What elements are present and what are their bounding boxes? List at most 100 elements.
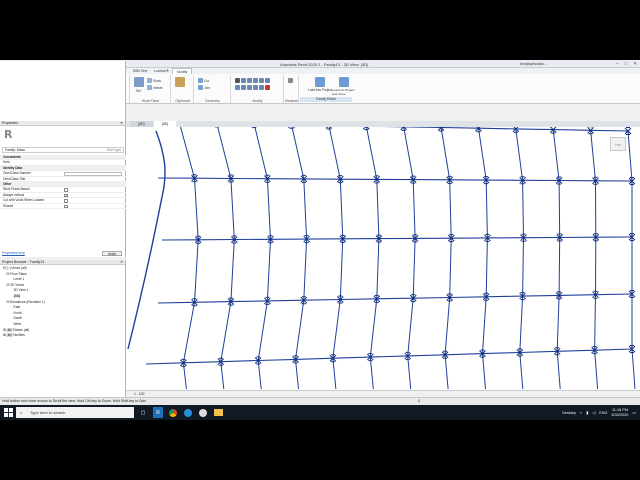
vertical-grid-line[interactable] (440, 127, 452, 390)
windows-start-icon[interactable] (4, 408, 13, 417)
surface-edge[interactable] (127, 130, 166, 350)
align-icon[interactable] (235, 78, 240, 83)
task-view-icon[interactable]: ▢ (138, 407, 148, 418)
property-value-field[interactable] (64, 171, 122, 177)
curtain-grid-drawing[interactable] (126, 127, 640, 390)
property-checkbox[interactable] (64, 204, 68, 209)
mirror-icon[interactable] (247, 78, 252, 83)
load-into-project-close-button[interactable]: Load into Project and Close (332, 77, 356, 96)
property-label: OmniClass Title (3, 176, 26, 181)
property-checkbox[interactable] (64, 199, 68, 203)
view-control-bar: 1 : 100 (126, 390, 640, 397)
measure-button[interactable] (288, 78, 293, 83)
set-button[interactable] (134, 77, 144, 87)
edit-type-button[interactable]: Edit Type (107, 148, 121, 153)
project-browser-header: Project Browser - Family13 ✕ (0, 260, 125, 265)
cut-icon (198, 78, 203, 83)
set-label-wrap: Set (136, 89, 141, 93)
vertical-grid-line[interactable] (403, 127, 416, 390)
file-explorer-icon[interactable] (213, 407, 223, 418)
user-account[interactable]: kim@aptsolarc... (520, 62, 547, 66)
offset-icon[interactable] (241, 78, 246, 83)
horizontal-grid-line[interactable] (145, 348, 633, 365)
vertical-grid-line[interactable] (254, 127, 272, 390)
language-indicator[interactable]: ENG (599, 411, 607, 415)
join-button[interactable]: Join (198, 85, 210, 90)
trim-icon[interactable] (235, 85, 240, 90)
taskbar-search-box[interactable]: ⌕ Type here to search (16, 407, 134, 418)
property-label: Work Plane-Based (3, 187, 30, 192)
delete-icon[interactable] (265, 85, 270, 90)
property-checkbox[interactable] (64, 188, 68, 192)
type-selector[interactable]: Family: Mass Edit Type (2, 147, 124, 153)
copy-icon[interactable] (259, 78, 264, 83)
group-clipboard-label: Clipboard (175, 99, 190, 103)
windows-taskbar: ⌕ Type here to search ▢ R Desktop ˄ ▮ ◁ … (0, 405, 640, 420)
set-label: Set (136, 89, 141, 93)
show-icon (147, 78, 152, 83)
property-checkbox[interactable] (64, 193, 68, 198)
vertical-grid-line[interactable] (365, 127, 380, 390)
chrome-app-icon[interactable] (168, 407, 178, 418)
property-label: Identity Data (3, 165, 23, 170)
search-placeholder: Type here to search (30, 410, 66, 415)
viewer-button[interactable]: Viewer (147, 85, 163, 90)
viewer-icon (147, 85, 152, 90)
group-clipboard: Clipboard (172, 75, 194, 103)
family-type-icon: R (4, 128, 13, 141)
load-into-project-label: Load into Project (308, 88, 332, 92)
view-scale[interactable]: 1 : 100 (134, 392, 144, 396)
measure-icon (288, 78, 293, 83)
join-label: Join (204, 85, 210, 90)
move-icon[interactable] (253, 78, 258, 83)
cut-button[interactable]: Cut (198, 78, 209, 83)
load-close-icon (339, 77, 349, 87)
group-measure-label: Measure (285, 99, 299, 103)
vertical-grid-line[interactable] (291, 127, 308, 390)
show-button[interactable]: Show (147, 78, 161, 83)
revit-app-icon[interactable]: R (153, 407, 163, 418)
apply-button[interactable]: Apply (102, 251, 122, 256)
minimize-icon[interactable]: – (616, 61, 619, 67)
vertical-grid-line[interactable] (179, 127, 199, 390)
chevron-up-icon[interactable]: ˄ (580, 411, 582, 415)
pin-icon[interactable] (259, 85, 264, 90)
maximize-icon[interactable]: □ (625, 61, 628, 67)
family-editor-panel-label: Family Editor (300, 97, 352, 102)
vertical-grid-line[interactable] (328, 127, 344, 390)
close-icon[interactable]: ✕ (120, 260, 123, 265)
paste-button[interactable] (175, 77, 185, 87)
properties-grid: Constraints Host Identity Data OmniClass Nu… (0, 155, 126, 209)
group-modify-label: Modify (252, 99, 263, 103)
array-icon[interactable] (247, 85, 252, 90)
grid-node-marker[interactable] (251, 127, 258, 129)
group-measure: Measure (285, 75, 299, 103)
group-work-plane: Set Show Viewer Work Plane (131, 75, 171, 103)
group-modify: Modify (232, 75, 284, 103)
network-icon[interactable]: ▮ (586, 410, 588, 415)
notifications-icon[interactable]: ▭ (632, 410, 636, 415)
selection-count: 0 (418, 399, 420, 403)
property-label: Always vertical (3, 192, 25, 197)
view-cube[interactable]: TOP (610, 137, 626, 151)
status-text: Hold button and move mouse to Scroll the… (2, 399, 148, 403)
edge-app-icon[interactable] (183, 407, 193, 418)
split-icon[interactable] (241, 85, 246, 90)
project-browser: Project Browser - Family13 ✕ ⊟ [○] Views… (0, 260, 126, 405)
3d-view-canvas[interactable]: TOP (126, 127, 640, 390)
paste-icon (175, 77, 185, 87)
clock[interactable]: 11:18 PM 8/30/2020 (612, 408, 629, 417)
load-into-project-button[interactable]: Load into Project (308, 77, 332, 92)
properties-header: Properties ✕ (0, 121, 125, 126)
rotate-icon[interactable] (265, 78, 270, 83)
media-app-icon[interactable] (198, 407, 208, 418)
close-icon[interactable]: ✕ (120, 121, 123, 126)
properties-help-link[interactable]: Properties help (2, 251, 25, 255)
modify-tools-2 (235, 85, 270, 90)
tree-node[interactable]: ⊞ [▤] Families (0, 333, 125, 339)
desktop-toolbar[interactable]: Desktop (562, 411, 576, 415)
vertical-grid-line[interactable] (217, 127, 235, 390)
close-icon[interactable]: ✕ (633, 61, 637, 67)
scale-icon[interactable] (253, 85, 258, 90)
volume-icon[interactable]: ◁ (592, 410, 595, 415)
